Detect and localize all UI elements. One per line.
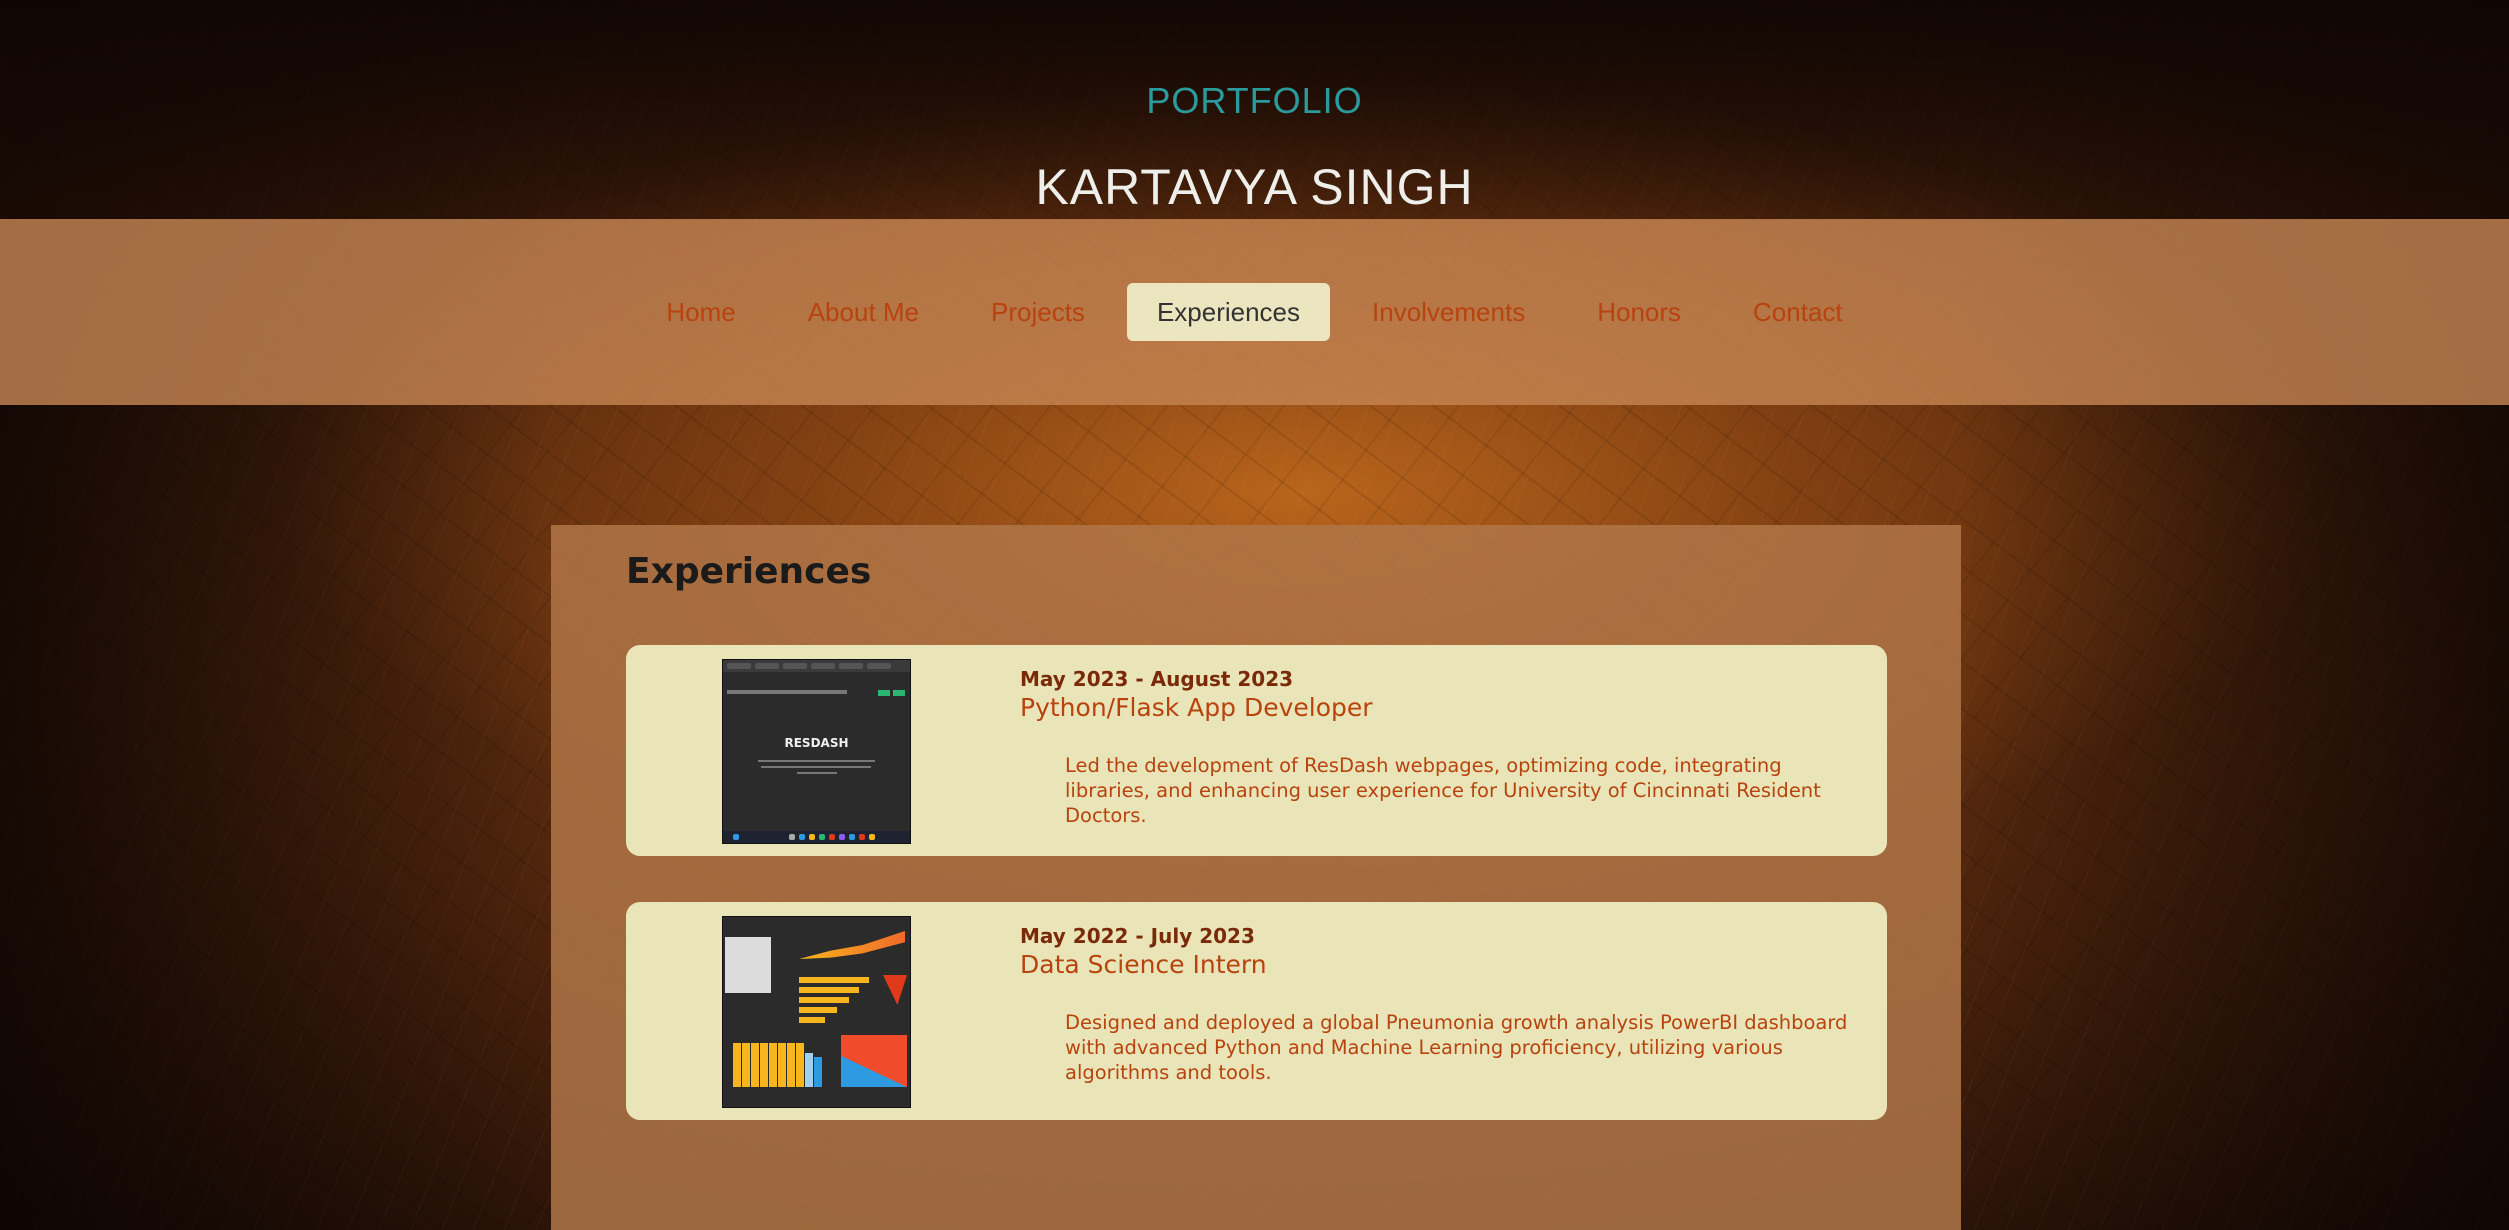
navigation-bar: Home About Me Projects Experiences Invol… xyxy=(0,219,2509,405)
nav-menu: Home About Me Projects Experiences Invol… xyxy=(0,283,2509,341)
nav-item-about-me[interactable]: About Me xyxy=(778,283,949,341)
experience-role: Data Science Intern xyxy=(1020,950,1267,979)
experience-description: Designed and deployed a global Pneumonia… xyxy=(1065,1011,1848,1084)
nav-item-involvements[interactable]: Involvements xyxy=(1342,283,1555,341)
taskbar-decoration xyxy=(723,831,910,843)
nav-item-experiences[interactable]: Experiences xyxy=(1126,283,1331,341)
experiences-section: Experiences RESDASH May 2023 - August 20… xyxy=(551,525,1961,1230)
experience-card: RESDASH May 2023 - August 2023 Python/Fl… xyxy=(626,645,1887,856)
portfolio-eyebrow: PORTFOLIO xyxy=(1146,80,1363,121)
experience-dates: May 2023 - August 2023 xyxy=(1020,667,1294,691)
nav-item-contact[interactable]: Contact xyxy=(1723,283,1873,341)
experience-description: Led the development of ResDash webpages,… xyxy=(1065,754,1821,827)
experience-card: May 2022 - July 2023 Data Science Intern… xyxy=(626,902,1887,1120)
pneumonia-dashboard-image[interactable] xyxy=(722,916,911,1108)
section-title: Experiences xyxy=(626,551,872,592)
browser-tabs-decoration xyxy=(723,660,910,672)
experience-role: Python/Flask App Developer xyxy=(1020,693,1373,722)
resdash-screenshot-image[interactable]: RESDASH xyxy=(722,659,911,844)
experience-dates: May 2022 - July 2023 xyxy=(1020,924,1255,948)
site-owner-name[interactable]: KARTAVYA SINGH xyxy=(0,158,2509,216)
nav-item-honors[interactable]: Honors xyxy=(1567,283,1711,341)
nav-item-projects[interactable]: Projects xyxy=(961,283,1115,341)
nav-item-home[interactable]: Home xyxy=(636,283,765,341)
thumbnail-caption: RESDASH xyxy=(784,736,849,750)
